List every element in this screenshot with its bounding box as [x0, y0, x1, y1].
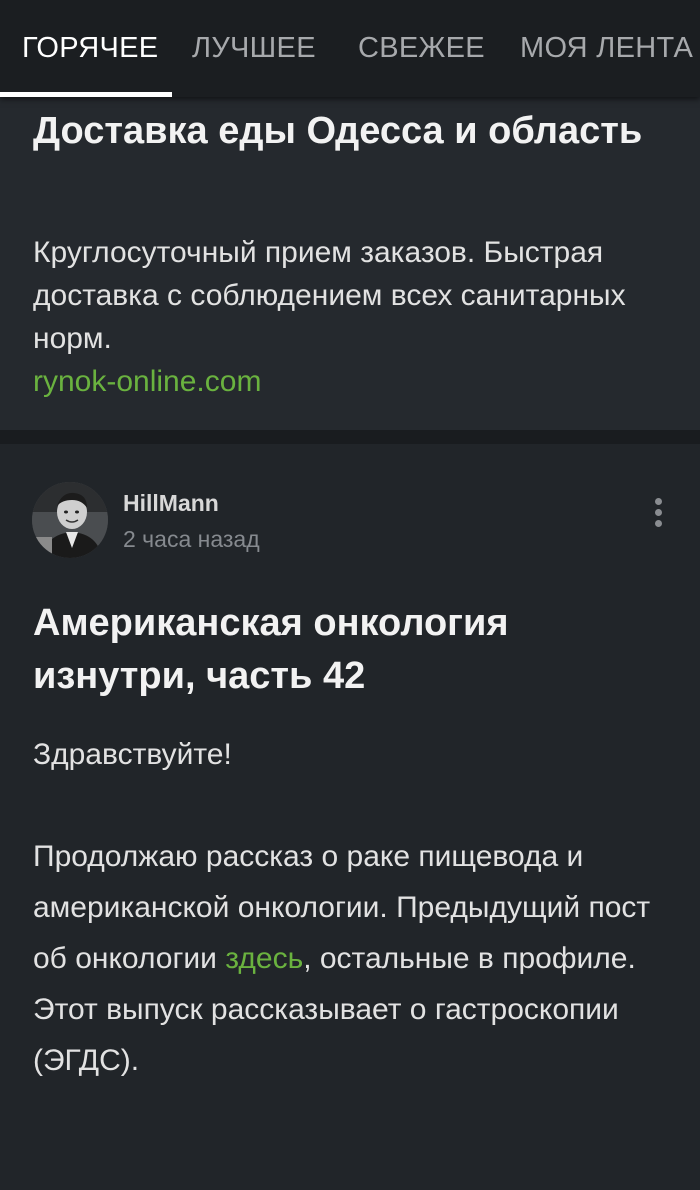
post-time: 2 часа назад: [123, 526, 260, 552]
post-title[interactable]: Американская онкология изнутри, часть 42: [33, 597, 673, 703]
ad-link[interactable]: rynok-online.com: [33, 365, 261, 399]
feed-divider: [0, 430, 700, 444]
vertical-dots-icon[interactable]: [644, 492, 674, 532]
ad-block[interactable]: Доставка еды Одесса и область Круглосуто…: [0, 97, 700, 430]
previous-post-link[interactable]: здесь: [225, 942, 303, 975]
post-author[interactable]: HillMann: [123, 490, 219, 517]
ad-title[interactable]: Доставка еды Одесса и область: [33, 105, 673, 158]
tab-best[interactable]: ЛУЧШЕЕ: [192, 32, 316, 65]
tab-my-feed[interactable]: МОЯ ЛЕНТА: [520, 32, 693, 65]
tab-hot[interactable]: ГОРЯЧЕЕ: [22, 32, 158, 65]
avatar-image: [32, 482, 108, 558]
active-tab-indicator: [0, 92, 172, 97]
top-tabs: ГОРЯЧЕЕ ЛУЧШЕЕ СВЕЖЕЕ МОЯ ЛЕНТА: [0, 0, 700, 97]
post-body: Здравствуйте! Продолжаю рассказ о раке п…: [33, 729, 673, 1086]
tab-fresh[interactable]: СВЕЖЕЕ: [358, 32, 485, 65]
post-card: HillMann 2 часа назад Американская онкол…: [0, 444, 700, 1190]
post-paragraph: Продолжаю рассказ о раке пищевода и амер…: [33, 831, 673, 1086]
post-greeting: Здравствуйте!: [33, 738, 232, 771]
ad-description: Круглосуточный прием заказов. Быстрая до…: [33, 236, 626, 355]
avatar[interactable]: [32, 482, 108, 558]
